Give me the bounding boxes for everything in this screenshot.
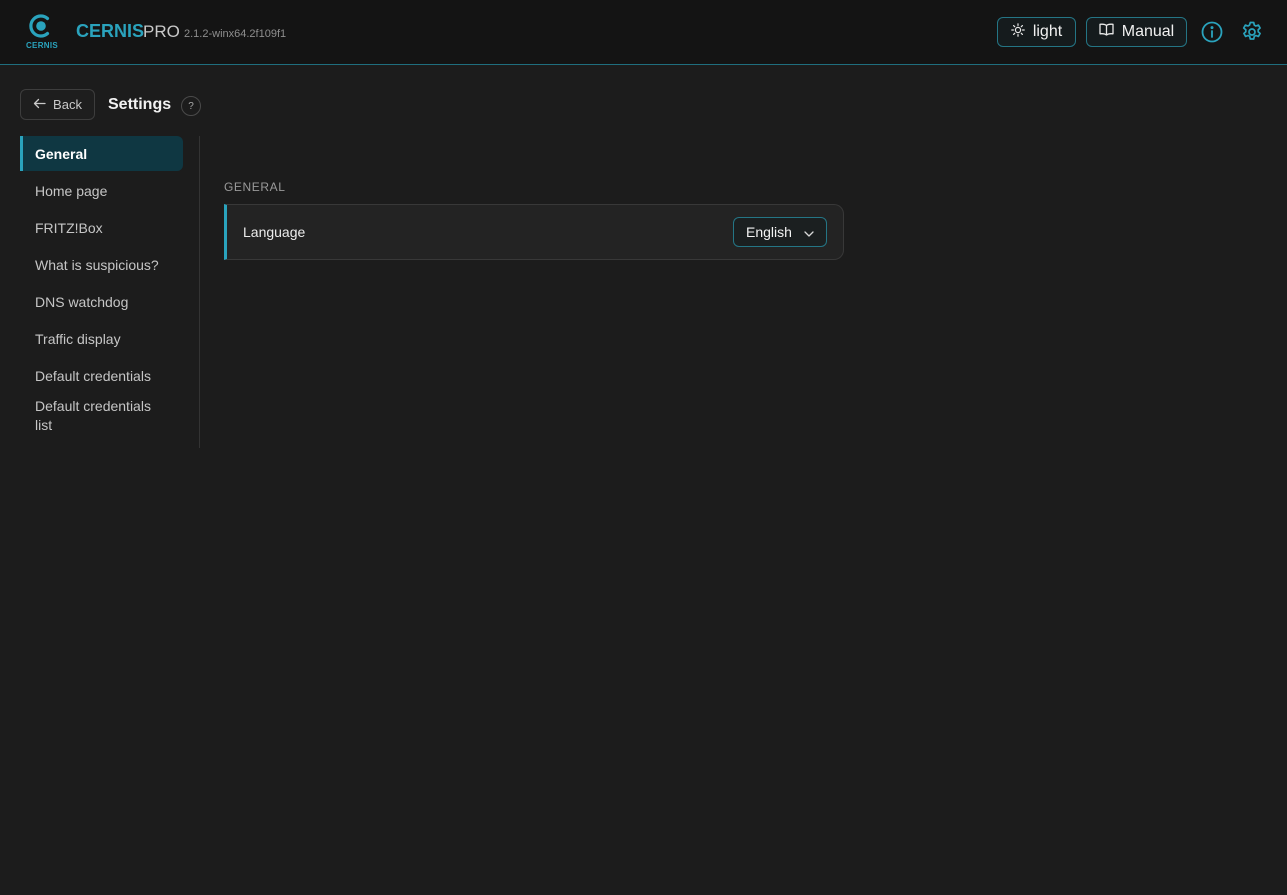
page-title: Settings <box>108 96 172 113</box>
info-icon[interactable] <box>1200 20 1224 44</box>
sun-icon <box>1011 22 1025 42</box>
nav-item-general[interactable]: General <box>20 136 183 171</box>
nav-divider <box>199 136 200 448</box>
book-icon <box>1099 23 1114 41</box>
nav-item-traffic-display[interactable]: Traffic display <box>20 321 183 356</box>
app-version: 2.1.2-winx64.2f109f1 <box>184 28 287 40</box>
chevron-down-icon <box>804 224 814 240</box>
back-button[interactable]: Back <box>20 89 95 120</box>
nav-item-what-is-suspicious[interactable]: What is suspicious? <box>20 247 183 282</box>
theme-toggle-button[interactable]: light <box>997 17 1076 47</box>
manual-label: Manual <box>1121 23 1175 40</box>
language-value: English <box>746 224 792 240</box>
nav-item-default-credentials[interactable]: Default credentials <box>20 358 183 393</box>
arrow-left-icon <box>33 97 46 112</box>
nav-item-home-page[interactable]: Home page <box>20 173 183 208</box>
app-edition: PRO <box>143 22 180 41</box>
app-name: CERNIS <box>76 21 145 41</box>
logo-wordmark: CERNIS <box>25 41 59 50</box>
back-label: Back <box>53 97 82 112</box>
help-icon[interactable]: ? <box>181 96 201 116</box>
settings-nav: General Home page FRITZ!Box What is susp… <box>20 136 183 439</box>
theme-toggle-label: light <box>1032 23 1063 40</box>
top-bar: CERNIS CERNIS PRO 2.1.2-winx64.2f109f1 l… <box>0 0 1287 65</box>
section-title: GENERAL <box>224 180 286 194</box>
manual-button[interactable]: Manual <box>1086 17 1187 47</box>
language-label: Language <box>243 224 306 240</box>
gear-icon[interactable] <box>1240 20 1264 44</box>
language-setting-card: Language English <box>224 204 844 260</box>
nav-item-dns-watchdog[interactable]: DNS watchdog <box>20 284 183 319</box>
nav-item-fritzbox[interactable]: FRITZ!Box <box>20 210 183 245</box>
cernis-logo: CERNIS <box>24 13 60 51</box>
language-select[interactable]: English <box>733 217 827 247</box>
nav-item-default-credentials-list[interactable]: Default credentials list <box>20 395 183 437</box>
